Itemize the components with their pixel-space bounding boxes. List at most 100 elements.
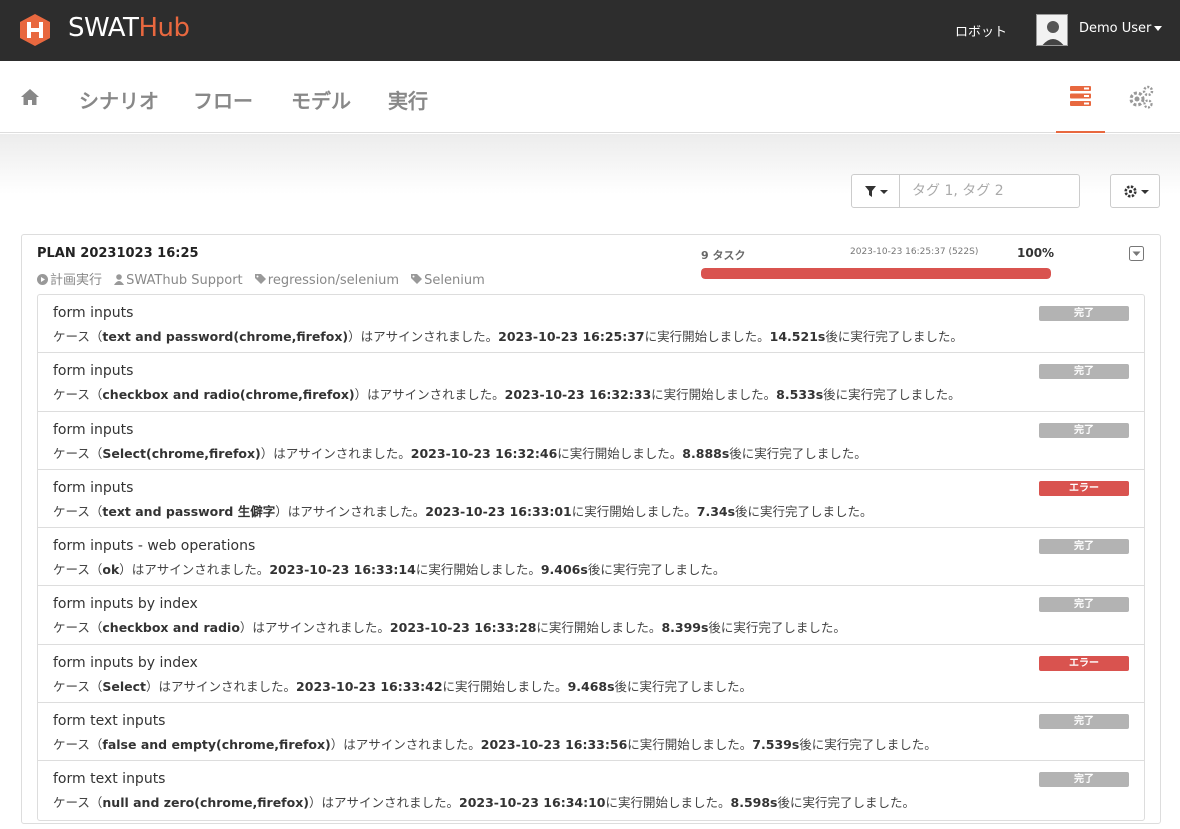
case-prefix: ケース（: [53, 445, 103, 461]
task-name[interactable]: form inputs - web operations: [53, 538, 255, 554]
duration: 9.468s: [567, 678, 615, 694]
status-badge: エラー: [1039, 480, 1129, 496]
tab-model[interactable]: モデル: [291, 85, 351, 114]
assigned-text: ）はアサインされました。: [354, 387, 505, 403]
status-badge: 完了: [1039, 772, 1129, 788]
task-name[interactable]: form inputs: [53, 305, 133, 321]
robot-link[interactable]: ロボット: [955, 21, 1007, 40]
task-name[interactable]: form text inputs: [53, 713, 165, 729]
started-text: に実行開始しました。: [627, 737, 753, 753]
task-row[interactable]: form inputs - web operations ケース（ok）はアサイン…: [38, 528, 1144, 587]
started-text: に実行開始しました。: [442, 678, 568, 694]
status-badge: 完了: [1039, 539, 1129, 555]
task-name[interactable]: form inputs by index: [53, 655, 198, 671]
list-icon: [1070, 86, 1091, 106]
play-circle-icon: [37, 274, 48, 285]
tab-list-view[interactable]: [1056, 61, 1105, 133]
duration: 14.521s: [769, 329, 826, 344]
case-prefix: ケース（: [53, 329, 103, 344]
case-prefix: ケース（: [53, 620, 103, 636]
task-description: ケース（false and empty(chrome,firefox)）はアサイ…: [53, 734, 937, 753]
started-text: に実行開始しました。: [571, 503, 697, 519]
started-text: に実行開始しました。: [415, 562, 541, 578]
duration: 8.598s: [730, 795, 778, 811]
task-name[interactable]: form inputs: [53, 422, 133, 438]
case-prefix: ケース（: [53, 562, 103, 578]
task-name[interactable]: form inputs: [53, 363, 133, 379]
finished-text: 後に実行完了しました。: [587, 562, 726, 578]
duration: 8.399s: [661, 620, 709, 636]
finished-text: 後に実行完了しました。: [777, 795, 916, 811]
settings-dropdown-button[interactable]: [1110, 174, 1160, 208]
task-row[interactable]: form inputs by index ケース（Select）はアサインされまし…: [38, 645, 1144, 704]
plan-title[interactable]: PLAN 20231023 16:25: [37, 246, 199, 261]
task-name[interactable]: form inputs by index: [53, 596, 198, 612]
user-icon: [114, 274, 125, 285]
case-prefix: ケース（: [53, 737, 103, 753]
start-time: 2023-10-23 16:32:46: [410, 445, 558, 461]
progress-percent: 100%: [1017, 246, 1055, 260]
task-description: ケース（Select）はアサインされました。2023-10-23 16:33:4…: [53, 676, 752, 695]
status-badge: 完了: [1039, 597, 1129, 613]
plan-tag[interactable]: regression/selenium: [254, 273, 403, 288]
task-name[interactable]: form inputs: [53, 480, 133, 496]
chevron-down-icon: [880, 190, 888, 194]
tab-flow[interactable]: フロー: [193, 85, 253, 114]
task-row[interactable]: form inputs ケース（text and password(chrome,…: [38, 295, 1144, 354]
task-name[interactable]: form text inputs: [53, 771, 165, 787]
home-icon[interactable]: [20, 88, 40, 106]
finished-text: 後に実行完了しました。: [729, 445, 867, 461]
user-menu[interactable]: Demo User: [1079, 21, 1163, 36]
brand-name[interactable]: SWATHub: [68, 13, 190, 43]
assigned-text: ）はアサインされました。: [239, 620, 390, 636]
start-time: 2023-10-23 16:25:37: [498, 329, 645, 344]
case-prefix: ケース（: [53, 503, 103, 519]
status-badge: エラー: [1039, 655, 1129, 671]
plan-tag[interactable]: Selenium: [411, 273, 485, 288]
assigned-text: ）はアサインされました。: [348, 329, 499, 344]
swathub-logo-icon[interactable]: [20, 14, 50, 46]
task-description: ケース（text and password 生僻字）はアサインされました。202…: [53, 501, 873, 520]
task-row[interactable]: form inputs by index ケース（checkbox and rad…: [38, 586, 1144, 645]
start-time: 2023-10-23 16:34:10: [459, 795, 606, 811]
status-badge: 完了: [1039, 422, 1129, 438]
task-row[interactable]: form inputs ケース（text and password 生僻字）はアサ…: [38, 470, 1144, 529]
gear-icon: [1124, 185, 1137, 198]
task-row[interactable]: form inputs ケース（checkbox and radio(chrome…: [38, 353, 1144, 412]
case-name: Select(chrome,firefox): [102, 445, 261, 461]
assigned-text: ）はアサインされました。: [330, 737, 481, 753]
finished-text: 後に実行完了しました。: [799, 737, 937, 753]
task-description: ケース（Select(chrome,firefox)）はアサインされました。20…: [53, 443, 867, 462]
plan-meta: 計画実行 SWAThub Support regression/selenium…: [37, 269, 493, 288]
tab-scenario[interactable]: シナリオ: [79, 85, 159, 114]
case-name: checkbox and radio: [102, 620, 240, 636]
task-description: ケース（checkbox and radio(chrome,firefox)）は…: [53, 384, 961, 403]
case-prefix: ケース（: [53, 678, 103, 694]
assigned-text: ）はアサインされました。: [260, 445, 411, 461]
collapse-toggle-icon[interactable]: [1129, 246, 1144, 261]
assigned-text: ）はアサインされました。: [275, 503, 426, 519]
task-description: ケース（text and password(chrome,firefox)）はア…: [53, 326, 963, 345]
plan-owner: SWAThub Support: [114, 273, 247, 288]
assigned-text: ）はアサインされました。: [308, 795, 459, 811]
task-row[interactable]: form text inputs ケース（false and empty(chro…: [38, 703, 1144, 762]
avatar[interactable]: [1036, 14, 1068, 46]
task-count: 9 タスク: [701, 249, 746, 262]
gears-icon[interactable]: [1128, 85, 1154, 109]
plan-tag-label: regression/selenium: [267, 273, 400, 288]
filter-button[interactable]: [851, 174, 900, 208]
task-row[interactable]: form text inputs ケース（null and zero(chrome…: [38, 761, 1144, 819]
chevron-down-icon: [1154, 26, 1163, 31]
start-time: 2023-10-23 16:33:56: [480, 737, 628, 753]
plan-time: 2023-10-23 16:25:37 (522S): [850, 247, 979, 257]
case-prefix: ケース（: [53, 795, 103, 811]
task-description: ケース（ok）はアサインされました。2023-10-23 16:33:14に実行…: [53, 559, 725, 578]
tag-filter-input[interactable]: [899, 174, 1080, 208]
case-prefix: ケース（: [53, 387, 103, 403]
started-text: に実行開始しました。: [536, 620, 662, 636]
status-badge: 完了: [1039, 714, 1129, 730]
case-name: checkbox and radio(chrome,firefox): [102, 387, 355, 403]
task-list: form inputs ケース（text and password(chrome,…: [37, 294, 1145, 821]
task-row[interactable]: form inputs ケース（Select(chrome,firefox)）はア…: [38, 412, 1144, 470]
tab-execution[interactable]: 実行: [388, 85, 428, 114]
